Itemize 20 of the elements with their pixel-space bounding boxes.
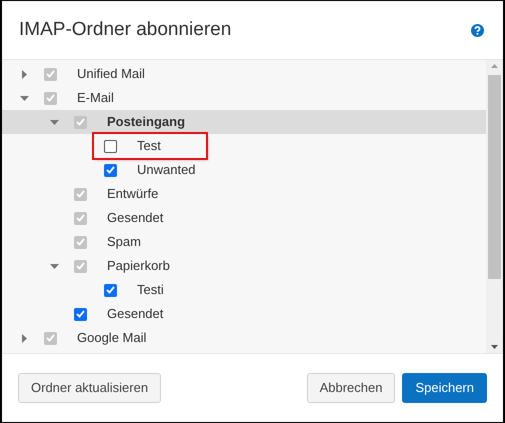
folder-label: E-Mail	[77, 89, 114, 108]
cancel-button[interactable]: Abbrechen	[306, 373, 396, 403]
folder-label: Testi	[137, 281, 164, 300]
folder-label: Entwürfe	[107, 185, 158, 204]
folder-label: Test	[137, 137, 161, 156]
refresh-button[interactable]: Ordner aktualisieren	[18, 373, 162, 403]
scrollbar[interactable]	[486, 60, 503, 353]
folder-label: Unwanted	[137, 161, 196, 180]
folder-label: Papierkorb	[107, 257, 170, 276]
scroll-up-icon[interactable]	[491, 64, 498, 68]
folder-label: Google Mail	[77, 329, 146, 348]
save-button[interactable]: Speichern	[402, 373, 487, 403]
folder-label: Posteingang	[107, 113, 186, 132]
folder-label: Unified Mail	[77, 65, 145, 84]
dialog-title: IMAP-Ordner abonnieren	[19, 18, 232, 42]
folder-label: Spam	[107, 233, 141, 252]
scroll-down-icon[interactable]	[491, 345, 498, 349]
help-icon[interactable]	[471, 24, 484, 36]
folder-label: Gesendet	[107, 305, 164, 324]
folder-label: Gesendet	[107, 209, 164, 228]
